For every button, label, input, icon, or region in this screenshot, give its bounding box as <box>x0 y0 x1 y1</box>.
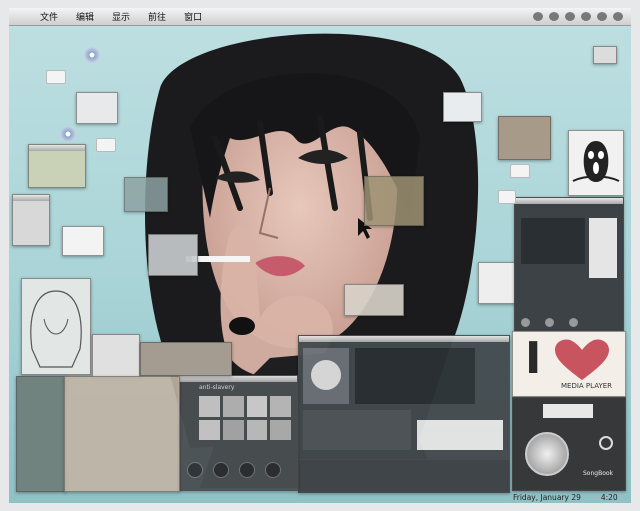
menubar-clock: Friday, January 29 4:20 <box>513 493 618 502</box>
drive-icon[interactable] <box>498 190 516 204</box>
next-button[interactable] <box>569 318 579 327</box>
clock-time: 4:20 <box>600 493 618 502</box>
sketch-portrait-thumbnail[interactable] <box>21 278 91 375</box>
document-thumbnail-1[interactable] <box>12 194 50 246</box>
menu-go[interactable]: 前往 <box>148 10 166 23</box>
editor-preview-thumbnail <box>303 348 349 404</box>
webpage-thumbnail-2[interactable] <box>76 92 118 124</box>
grid-photo[interactable] <box>222 396 244 417</box>
control-button[interactable] <box>239 462 255 478</box>
drive-icon[interactable] <box>510 164 530 178</box>
webpage-thumbnail-7[interactable] <box>344 284 404 316</box>
photo-grid-title: anti-slavery <box>199 384 235 391</box>
songbook-display <box>543 404 593 418</box>
webpage-thumbnail-3[interactable] <box>62 226 104 256</box>
grid-photo[interactable] <box>270 419 291 440</box>
prev-button[interactable] <box>521 318 530 327</box>
webpage-thumbnail-1[interactable] <box>28 144 86 188</box>
letter-i: I <box>525 333 542 384</box>
battery-icon[interactable] <box>597 12 607 21</box>
window-thumbnail-4[interactable] <box>124 177 168 212</box>
dvd-icon[interactable] <box>84 47 100 63</box>
photo-strip-thumbnail[interactable] <box>140 342 232 376</box>
grid-photo[interactable] <box>270 396 291 417</box>
media-player-widget[interactable]: I MEDIA PLAYER <box>512 331 626 397</box>
photo-grid <box>199 396 291 440</box>
photo-thumbnail-1[interactable] <box>498 116 551 160</box>
media-player-title: MEDIA PLAYER <box>561 382 613 390</box>
timeline-panel[interactable] <box>303 410 411 450</box>
editor-canvas[interactable] <box>355 348 475 404</box>
menu-edit[interactable]: 编辑 <box>76 10 94 23</box>
menu-bar: 文件 编辑 显示 前往 窗口 <box>9 8 631 26</box>
bluetooth-icon[interactable] <box>533 12 543 21</box>
grid-photo[interactable] <box>199 396 220 417</box>
shells-photo-thumbnail[interactable] <box>64 376 180 492</box>
wifi-icon[interactable] <box>565 12 575 21</box>
video-player-window[interactable] <box>514 197 624 331</box>
time-machine-icon[interactable] <box>549 12 559 21</box>
status-tray <box>533 12 623 21</box>
grid-photo[interactable] <box>199 419 220 440</box>
photo-grid-controls <box>187 462 293 484</box>
window-thumbnail-5[interactable] <box>148 234 198 276</box>
drive-icon[interactable] <box>96 138 116 152</box>
editor-window[interactable] <box>298 335 510 459</box>
songbook-widget[interactable]: SongBook <box>512 397 626 491</box>
scream-artwork-thumbnail[interactable] <box>568 130 624 196</box>
photo-grid-window[interactable]: anti-slavery <box>178 375 298 491</box>
drive-icon[interactable] <box>46 70 66 84</box>
menu-view[interactable]: 显示 <box>112 10 130 23</box>
player-controls <box>521 312 617 327</box>
songbook-label: SongBook <box>583 470 614 477</box>
heart-icon <box>555 339 609 380</box>
control-button[interactable] <box>187 462 203 478</box>
video-area[interactable] <box>521 218 585 264</box>
dvd-icon[interactable] <box>60 126 76 142</box>
desktop: 文件 编辑 显示 前往 窗口 I MEDIA PLAYER SongBook a… <box>0 0 640 511</box>
texture-photo-thumbnail[interactable] <box>16 376 66 492</box>
control-button[interactable] <box>213 462 229 478</box>
keyboard-overlay <box>417 420 503 450</box>
spotlight-icon[interactable] <box>613 12 623 21</box>
playlist-panel <box>589 218 617 278</box>
speaker-knob[interactable] <box>525 432 569 476</box>
grid-photo[interactable] <box>246 396 268 417</box>
clock-date: Friday, January 29 <box>513 493 581 502</box>
menu-window[interactable]: 窗口 <box>184 10 202 23</box>
control-button[interactable] <box>265 462 281 478</box>
menu-file[interactable]: 文件 <box>40 10 58 23</box>
grid-photo[interactable] <box>246 419 268 440</box>
sunglasses-photo-thumbnail[interactable] <box>92 334 140 378</box>
photo-thumbnail-2[interactable] <box>364 176 424 226</box>
play-button[interactable] <box>545 318 555 327</box>
small-window-thumbnail[interactable] <box>593 46 617 64</box>
volume-icon[interactable] <box>581 12 591 21</box>
timeline-window[interactable] <box>298 459 510 493</box>
grid-photo[interactable] <box>222 419 244 440</box>
volume-knob[interactable] <box>599 436 613 450</box>
webpage-thumbnail-6[interactable] <box>443 92 482 122</box>
